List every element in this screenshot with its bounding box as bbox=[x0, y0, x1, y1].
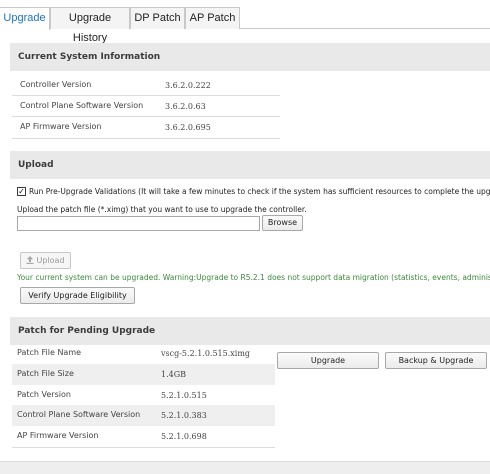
row-divider bbox=[12, 116, 280, 117]
patch-file-size-value: 1.4GB bbox=[161, 370, 186, 379]
upgrade-button[interactable]: Upgrade bbox=[277, 352, 379, 369]
patch-file-name-label: Patch File Name bbox=[17, 348, 82, 357]
upload-icon bbox=[26, 254, 34, 264]
patch-version-value: 5.2.1.0.515 bbox=[161, 391, 207, 400]
browse-button[interactable]: Browse bbox=[262, 215, 303, 231]
controller-version-value: 3.6.2.0.222 bbox=[165, 81, 211, 90]
verify-upgrade-eligibility-button[interactable]: Verify Upgrade Eligibility bbox=[20, 287, 135, 304]
tab-dp-patch[interactable]: DP Patch bbox=[130, 7, 185, 29]
patch-file-input[interactable] bbox=[17, 216, 260, 231]
row-divider bbox=[12, 447, 275, 448]
tab-upgrade[interactable]: Upgrade bbox=[0, 7, 50, 30]
control-plane-version-label: Control Plane Software Version bbox=[20, 101, 144, 110]
pending-ap-firmware-label: AP Firmware Version bbox=[17, 431, 99, 440]
tab-ap-patch[interactable]: AP Patch bbox=[185, 7, 240, 29]
patch-file-name-value: vscg-5.2.1.0.515.ximg bbox=[161, 349, 251, 358]
tab-upgrade-history[interactable]: Upgrade History bbox=[50, 7, 130, 44]
ap-firmware-version-value: 3.6.2.0.695 bbox=[165, 123, 211, 132]
pending-control-plane-label: Control Plane Software Version bbox=[17, 410, 141, 419]
ap-firmware-version-label: AP Firmware Version bbox=[20, 122, 102, 131]
control-plane-version-value: 3.6.2.0.63 bbox=[165, 102, 206, 111]
upgrade-status-message: Your current system can be upgraded. War… bbox=[17, 273, 490, 282]
pre-upgrade-validation-label: Run Pre-Upgrade Validations (It will tak… bbox=[29, 187, 490, 196]
pre-upgrade-validation-checkbox[interactable]: ✓ bbox=[17, 187, 26, 196]
row-divider bbox=[12, 138, 280, 139]
pending-upgrade-header: Patch for Pending Upgrade bbox=[10, 317, 490, 345]
upload-button-label: Upload bbox=[36, 256, 65, 265]
upload-instruction: Upload the patch file (*.ximg) that you … bbox=[17, 205, 307, 214]
backup-and-upgrade-button[interactable]: Backup & Upgrade bbox=[385, 352, 487, 369]
upload-header: Upload bbox=[10, 151, 490, 179]
tab-bar: Upgrade Upgrade History DP Patch AP Patc… bbox=[0, 0, 490, 44]
current-system-header: Current System Information bbox=[10, 43, 490, 71]
patch-file-size-label: Patch File Size bbox=[17, 369, 74, 378]
footer-bar bbox=[0, 461, 490, 474]
controller-version-label: Controller Version bbox=[20, 80, 92, 89]
patch-version-label: Patch Version bbox=[17, 390, 71, 399]
pending-control-plane-value: 5.2.1.0.383 bbox=[161, 411, 207, 420]
upload-button[interactable]: Upload bbox=[20, 252, 71, 269]
row-divider bbox=[12, 95, 280, 96]
pending-ap-firmware-value: 5.2.1.0.698 bbox=[161, 432, 207, 441]
